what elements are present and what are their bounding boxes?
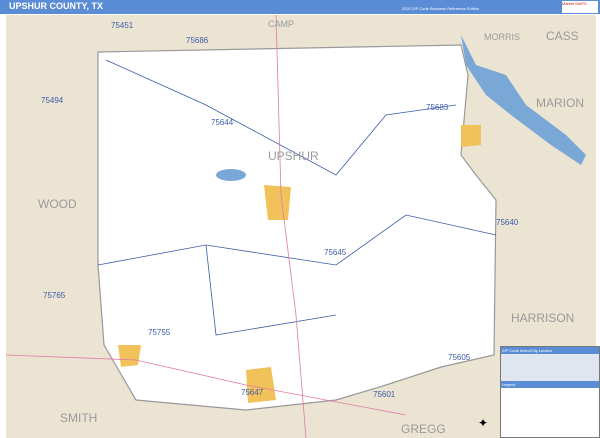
map-title: UPSHUR COUNTY, TX (9, 1, 104, 11)
neighbor-label: WOOD (38, 197, 77, 211)
zip-label: 75640 (496, 218, 519, 227)
neighbor-label: GREGG (401, 422, 446, 436)
zip-label: 75647 (241, 388, 264, 397)
compass-icon: ✦ (478, 416, 488, 430)
zip-label: 75601 (373, 390, 396, 399)
neighbor-label: HARRISON (511, 311, 574, 325)
neighbor-label: CASS (546, 29, 579, 43)
logo: Market MAPS (562, 1, 598, 13)
zip-label: 75451 (111, 21, 134, 30)
legend-section: Legend (501, 381, 599, 388)
neighbor-label: CAMP (268, 19, 294, 29)
city-area (246, 367, 276, 403)
city-area (118, 345, 141, 367)
zip-index-table (501, 354, 599, 381)
zip-label: 75644 (211, 118, 234, 127)
zip-label: 75686 (186, 36, 209, 45)
neighbor-label: MARION (536, 96, 584, 110)
county-label: UPSHUR (268, 149, 319, 163)
zip-label: 75755 (148, 328, 171, 337)
map-subtitle: 2020 ZIP Code Business Reference Edition (402, 6, 480, 11)
neighbor-label: SMITH (60, 411, 97, 425)
zip-label: 75605 (448, 353, 471, 362)
neighbor-label: MORRIS (484, 32, 520, 42)
county-area (97, 44, 497, 411)
zip-label: 75765 (43, 291, 66, 300)
legend-title: ZIP Code Index/City Locator (501, 347, 599, 354)
zip-label: 75494 (41, 96, 64, 105)
zip-label: 75645 (324, 248, 347, 257)
lake-water (216, 169, 246, 181)
header-bar: UPSHUR COUNTY, TX 2020 ZIP Code Business… (0, 0, 600, 14)
zip-label: 75683 (426, 103, 449, 112)
city-area (461, 125, 481, 147)
city-gilmer (264, 185, 291, 220)
legend-panel: ZIP Code Index/City Locator Legend (500, 346, 600, 438)
